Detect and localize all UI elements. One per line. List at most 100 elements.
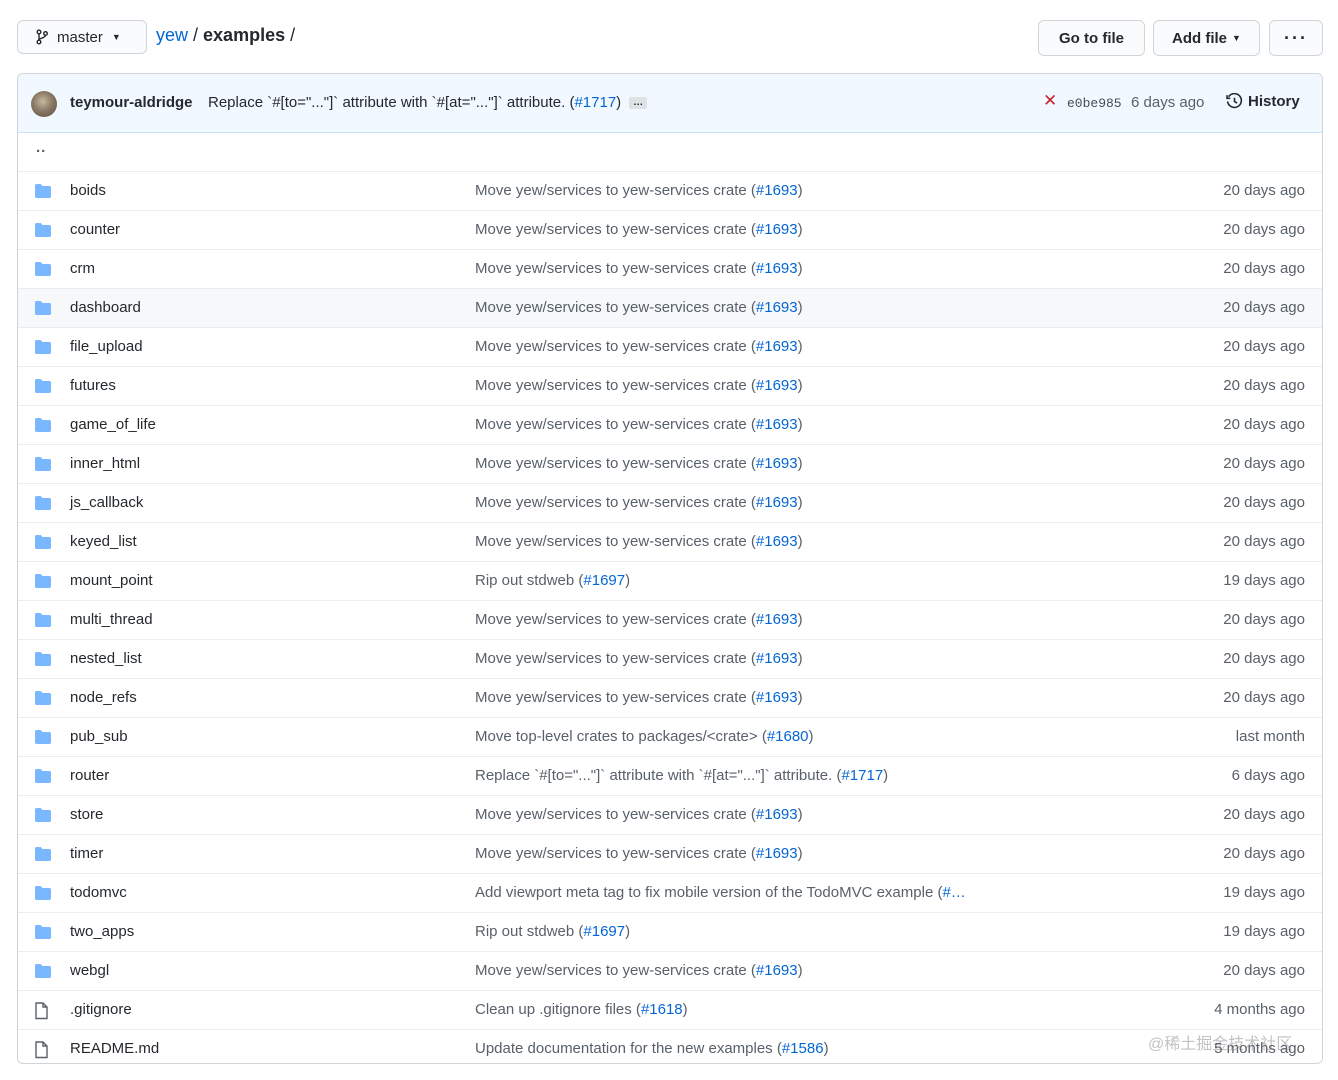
parent-directory-row[interactable]: .. — [18, 133, 1322, 171]
file-name-link[interactable]: multi_thread — [70, 611, 153, 628]
file-row[interactable]: multi_thread Move yew/services to yew-ser… — [18, 600, 1322, 639]
pr-link[interactable]: #1618 — [641, 1001, 683, 1018]
file-name-link[interactable]: js_callback — [70, 494, 143, 511]
commit-message-link[interactable]: Update documentation for the new example… — [475, 1040, 829, 1057]
file-row[interactable]: futures Move yew/services to yew-services… — [18, 366, 1322, 405]
file-row[interactable]: mount_point Rip out stdweb (#1697) 19 days… — [18, 561, 1322, 600]
file-name-link[interactable]: futures — [70, 377, 116, 394]
pr-link[interactable]: #1693 — [756, 689, 798, 706]
commit-message-link[interactable]: Move yew/services to yew-services crate … — [475, 182, 803, 199]
commit-pr-link[interactable]: #1717 — [574, 94, 616, 111]
commit-message-link[interactable]: Move yew/services to yew-services crate … — [475, 650, 803, 667]
file-name-link[interactable]: two_apps — [70, 923, 134, 940]
pr-link[interactable]: #1693 — [756, 221, 798, 238]
file-name-link[interactable]: counter — [70, 221, 120, 238]
pr-link[interactable]: #1693 — [756, 611, 798, 628]
pr-link[interactable]: #1717 — [841, 767, 883, 784]
go-to-file-button[interactable]: Go to file — [1038, 20, 1145, 56]
file-row[interactable]: timer Move yew/services to yew-services c… — [18, 834, 1322, 873]
file-name-link[interactable]: boids — [70, 182, 106, 199]
commit-message-link[interactable]: Move yew/services to yew-services crate … — [475, 338, 803, 355]
parent-directory-link[interactable]: .. — [36, 139, 46, 156]
commit-message-link[interactable]: Move yew/services to yew-services crate … — [475, 494, 803, 511]
history-link[interactable]: History — [1226, 93, 1300, 110]
file-name-link[interactable]: .gitignore — [70, 1001, 132, 1018]
more-options-button[interactable]: ··· — [1269, 20, 1323, 56]
file-row[interactable]: boids Move yew/services to yew-services c… — [18, 171, 1322, 210]
file-row[interactable]: todomvc Add viewport meta tag to fix mobi… — [18, 873, 1322, 912]
commit-message-link[interactable]: Move yew/services to yew-services crate … — [475, 845, 803, 862]
pr-link[interactable]: #1586 — [782, 1040, 824, 1057]
file-row[interactable]: two_apps Rip out stdweb (#1697) 19 days ag… — [18, 912, 1322, 951]
avatar[interactable] — [31, 91, 57, 117]
pr-link[interactable]: #1693 — [756, 260, 798, 277]
breadcrumb-repo-link[interactable]: yew — [156, 25, 188, 45]
file-row[interactable]: router Replace `#[to="..."]` attribute wi… — [18, 756, 1322, 795]
file-name-link[interactable]: dashboard — [70, 299, 141, 316]
pr-link[interactable]: #1693 — [756, 494, 798, 511]
pr-link[interactable]: #1693 — [756, 962, 798, 979]
x-icon[interactable]: ✕ — [1043, 91, 1057, 111]
file-name-link[interactable]: router — [70, 767, 109, 784]
file-row[interactable]: keyed_list Move yew/services to yew-servi… — [18, 522, 1322, 561]
commit-message-link[interactable]: Rip out stdweb (#1697) — [475, 923, 630, 940]
commit-message-link[interactable]: Rip out stdweb (#1697) — [475, 572, 630, 589]
file-row[interactable]: node_refs Move yew/services to yew-servic… — [18, 678, 1322, 717]
file-name-link[interactable]: crm — [70, 260, 95, 277]
file-name-link[interactable]: timer — [70, 845, 103, 862]
file-name-link[interactable]: webgl — [70, 962, 109, 979]
commit-message[interactable]: Replace `#[to="..."]` attribute with `#[… — [208, 94, 648, 111]
file-row[interactable]: counter Move yew/services to yew-services… — [18, 210, 1322, 249]
pr-link[interactable]: #1693 — [756, 455, 798, 472]
file-row[interactable]: dashboard Move yew/services to yew-servic… — [18, 288, 1322, 327]
file-row[interactable]: game_of_life Move yew/services to yew-ser… — [18, 405, 1322, 444]
pr-link[interactable]: #1693 — [756, 338, 798, 355]
pr-link[interactable]: #1697 — [583, 572, 625, 589]
commit-message-link[interactable]: Move yew/services to yew-services crate … — [475, 533, 803, 550]
file-row[interactable]: webgl Move yew/services to yew-services c… — [18, 951, 1322, 990]
commit-message-link[interactable]: Move yew/services to yew-services crate … — [475, 455, 803, 472]
file-row[interactable]: nested_list Move yew/services to yew-serv… — [18, 639, 1322, 678]
pr-link[interactable]: #1693 — [756, 650, 798, 667]
commit-message-link[interactable]: Move yew/services to yew-services crate … — [475, 806, 803, 823]
commit-message-link[interactable]: Move yew/services to yew-services crate … — [475, 221, 803, 238]
file-row[interactable]: file_upload Move yew/services to yew-serv… — [18, 327, 1322, 366]
commit-message-link[interactable]: Replace `#[to="..."]` attribute with `#[… — [475, 767, 888, 784]
file-name-link[interactable]: keyed_list — [70, 533, 137, 550]
commit-message-link[interactable]: Clean up .gitignore files (#1618) — [475, 1001, 688, 1018]
file-name-link[interactable]: node_refs — [70, 689, 137, 706]
branch-selector[interactable]: master ▼ — [17, 20, 147, 54]
commit-message-link[interactable]: Move yew/services to yew-services crate … — [475, 611, 803, 628]
commit-message-link[interactable]: Move yew/services to yew-services crate … — [475, 962, 803, 979]
file-name-link[interactable]: README.md — [70, 1040, 159, 1057]
commit-author[interactable]: teymour-aldridge — [70, 94, 193, 111]
pr-link[interactable]: #1693 — [756, 806, 798, 823]
file-row[interactable]: .gitignore Clean up .gitignore files (#16… — [18, 990, 1322, 1029]
expand-commit-button[interactable]: … — [629, 97, 648, 110]
file-name-link[interactable]: nested_list — [70, 650, 142, 667]
file-name-link[interactable]: file_upload — [70, 338, 143, 355]
pr-link[interactable]: #1693 — [756, 533, 798, 550]
pr-link[interactable]: #1697 — [583, 923, 625, 940]
file-name-link[interactable]: game_of_life — [70, 416, 156, 433]
file-name-link[interactable]: todomvc — [70, 884, 127, 901]
commit-message-link[interactable]: Move yew/services to yew-services crate … — [475, 416, 803, 433]
pr-link[interactable]: #1693 — [756, 416, 798, 433]
commit-message-link[interactable]: Add viewport meta tag to fix mobile vers… — [475, 884, 966, 901]
file-name-link[interactable]: inner_html — [70, 455, 140, 472]
file-row[interactable]: pub_sub Move top-level crates to packages… — [18, 717, 1322, 756]
pr-link[interactable]: #1693 — [756, 845, 798, 862]
commit-message-link[interactable]: Move yew/services to yew-services crate … — [475, 299, 803, 316]
file-row[interactable]: inner_html Move yew/services to yew-servi… — [18, 444, 1322, 483]
pr-link[interactable]: #… — [942, 884, 965, 901]
commit-message-link[interactable]: Move yew/services to yew-services crate … — [475, 260, 803, 277]
commit-message-link[interactable]: Move yew/services to yew-services crate … — [475, 377, 803, 394]
file-row[interactable]: store Move yew/services to yew-services c… — [18, 795, 1322, 834]
pr-link[interactable]: #1693 — [756, 377, 798, 394]
commit-message-link[interactable]: Move top-level crates to packages/<crate… — [475, 728, 814, 745]
file-row[interactable]: crm Move yew/services to yew-services cra… — [18, 249, 1322, 288]
file-name-link[interactable]: mount_point — [70, 572, 153, 589]
add-file-button[interactable]: Add file ▼ — [1153, 20, 1260, 56]
file-name-link[interactable]: store — [70, 806, 103, 823]
commit-message-link[interactable]: Move yew/services to yew-services crate … — [475, 689, 803, 706]
